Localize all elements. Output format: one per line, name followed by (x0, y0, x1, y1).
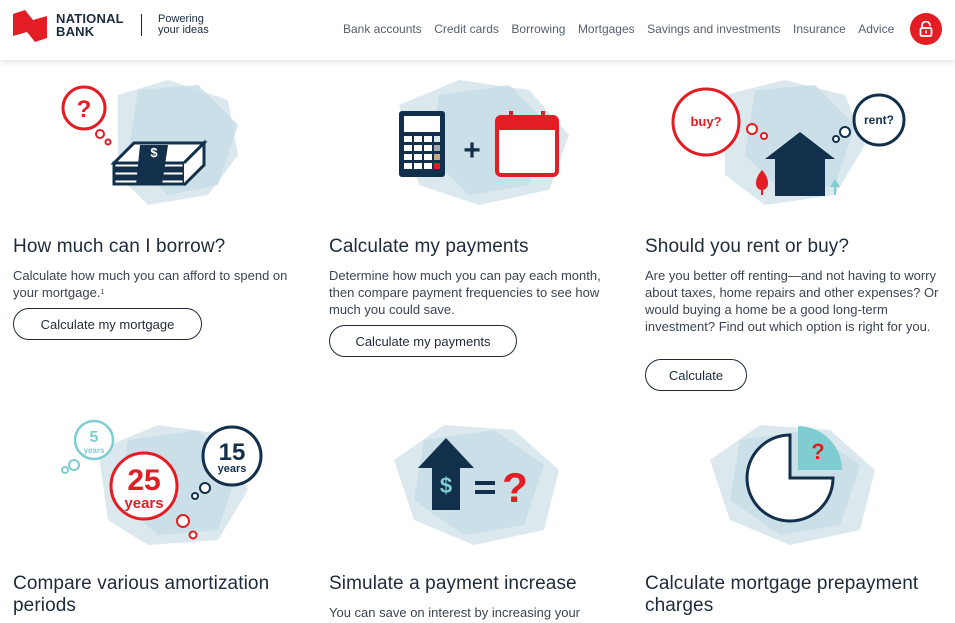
bubble-15-unit: years (218, 463, 247, 475)
card-description: Are you better off renting—and not havin… (645, 268, 939, 334)
amortization-years-icon: 5 years 25 years 15 years (61, 419, 263, 545)
card-description: You can save on interest by increasing y… (329, 605, 581, 620)
card-description: Determine how much you can pay each mont… (329, 268, 601, 317)
card-how-much-borrow: ? $ How much can I borrow? Calculate how… (13, 75, 313, 365)
svg-text:+: + (463, 134, 481, 167)
card-title: How much can I borrow? (13, 236, 226, 257)
card-rent-or-buy: buy? rent? Should you rent or buy? Are y… (645, 75, 945, 395)
house-rent-buy-icon: buy? rent? (671, 80, 906, 205)
svg-text:$: $ (150, 145, 158, 160)
card-title: Calculate mortgage prepayment charges (645, 573, 919, 616)
site-header: NATIONAL BANK Powering your ideas Bank a… (0, 0, 955, 60)
brand-line-2: BANK (56, 24, 95, 39)
nav-bank-accounts[interactable]: Bank accounts (343, 22, 422, 36)
calculate-rent-buy-button[interactable]: Calculate (645, 359, 747, 391)
card-amortization-periods: 5 years 25 years 15 years Compare variou… (13, 410, 313, 623)
brand-divider (141, 14, 142, 36)
tagline: Powering your ideas (158, 14, 209, 36)
nav-mortgages[interactable]: Mortgages (578, 22, 635, 36)
login-button[interactable] (910, 13, 942, 45)
lock-icon (919, 21, 933, 37)
bubble-5-number: 5 (90, 429, 99, 446)
nav-credit-cards[interactable]: Credit cards (434, 22, 499, 36)
main-nav: Bank accounts Credit cards Borrowing Mor… (343, 22, 907, 36)
pie-chart-question-icon: ? (710, 425, 875, 545)
nav-advice[interactable]: Advice (858, 22, 894, 36)
card-calculate-payments: + Calculate my payments Determine how mu… (329, 75, 629, 365)
calculate-mortgage-button[interactable]: Calculate my mortgage (13, 308, 202, 340)
card-prepayment-charges: ? Calculate mortgage prepayment charges (645, 410, 945, 623)
svg-text:$: $ (440, 473, 452, 498)
card-payment-increase: $ ? Simulate a payment increase You can … (329, 410, 629, 623)
nav-savings-investments[interactable]: Savings and investments (647, 22, 780, 36)
svg-text:?: ? (811, 439, 824, 464)
calculate-payments-button[interactable]: Calculate my payments (329, 325, 517, 357)
rent-bubble-text: rent? (864, 113, 894, 127)
payment-increase-icon: $ ? (394, 425, 559, 545)
tagline-line-2: your ideas (158, 24, 209, 36)
card-title: Should you rent or buy? (645, 236, 850, 257)
bubble-5-unit: years (84, 446, 105, 455)
national-bank-logo[interactable] (13, 10, 53, 42)
bubble-25-unit: years (124, 495, 163, 512)
money-stack-question-icon: ? $ (61, 80, 238, 205)
footnote-marker[interactable]: 1 (100, 289, 104, 296)
buy-bubble-text: buy? (690, 114, 721, 129)
card-description: Calculate how much you can afford to spe… (13, 267, 303, 301)
svg-text:?: ? (77, 96, 92, 123)
nav-insurance[interactable]: Insurance (793, 22, 846, 36)
brand-name[interactable]: NATIONAL BANK (56, 12, 124, 38)
bubble-15-number: 15 (219, 439, 246, 466)
card-description-text: Calculate how much you can afford to spe… (13, 268, 288, 300)
calculator-calendar-icon: + (399, 80, 569, 205)
svg-text:?: ? (502, 464, 528, 511)
bubble-25-number: 25 (127, 464, 160, 497)
card-title: Compare various amortization periods (13, 573, 270, 616)
nav-borrowing[interactable]: Borrowing (511, 22, 565, 36)
card-title: Simulate a payment increase (329, 573, 577, 594)
card-title: Calculate my payments (329, 236, 529, 257)
